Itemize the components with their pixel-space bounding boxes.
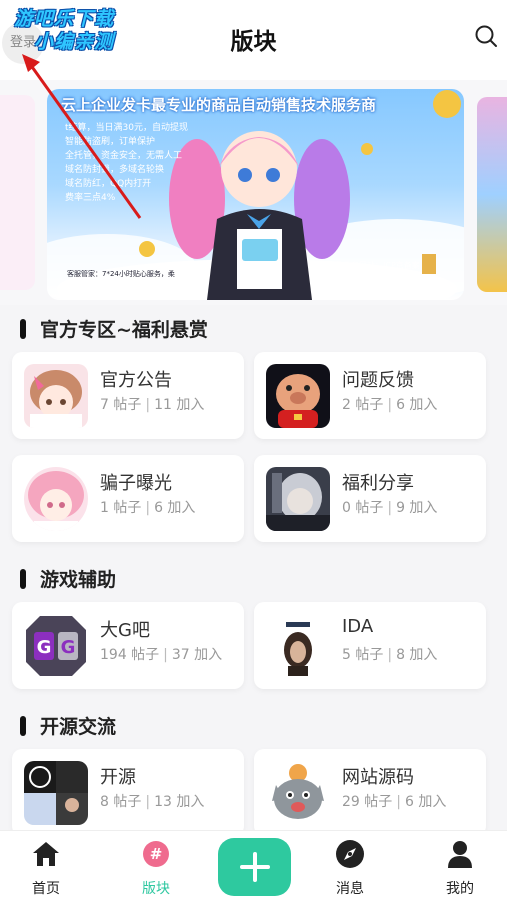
carousel-dots [267, 291, 307, 300]
post-count: 7 帖子 [100, 397, 142, 413]
forum-card-welfare-share[interactable]: 福利分享 0 帖子 | 9 加入 [254, 455, 486, 542]
banner-footer-right-line: 快速部署，快速 [327, 271, 383, 280]
annotation-arrow [22, 54, 142, 219]
forum-thumbnail: G G [24, 614, 88, 678]
forum-stats: 7 帖子 | 11 加入 [100, 397, 205, 413]
tab-profile[interactable]: 我的 [430, 839, 490, 898]
svg-text:G: G [37, 637, 52, 658]
forum-stats: 29 帖子 | 6 加入 [342, 794, 447, 810]
forum-thumbnail [24, 467, 88, 531]
dark-anime-avatar-icon [266, 467, 330, 531]
svg-text:G: G [61, 637, 76, 658]
tab-label: 首页 [32, 881, 60, 897]
join-count: 9 加入 [396, 500, 438, 516]
user-icon [448, 841, 472, 868]
banner-footer-text: 客服管家：7*24小时贴心服务，柔 [67, 270, 175, 278]
post-count: 194 帖子 [100, 647, 160, 663]
join-count: 6 加入 [154, 500, 196, 516]
forum-card-gg[interactable]: G G 大G吧 194 帖子 | 37 加入 [12, 602, 244, 689]
forum-card-scam-exposure[interactable]: 骗子曝光 1 帖子 | 6 加入 [12, 455, 244, 542]
join-count: 37 加入 [171, 647, 223, 663]
post-count: 1 帖子 [100, 500, 142, 516]
forum-stats: 2 帖子 | 6 加入 [342, 397, 438, 413]
post-count: 8 帖子 [100, 794, 142, 810]
tab-home[interactable]: 首页 [16, 839, 76, 898]
forum-thumbnail [24, 761, 88, 825]
unreal-unity-collage-icon [24, 761, 88, 825]
forum-card-website-source[interactable]: 网站源码 29 帖子 | 6 加入 [254, 749, 486, 836]
forum-stats: 194 帖子 | 37 加入 [100, 647, 223, 663]
anime-girl-avatar-icon [24, 364, 88, 428]
tab-messages[interactable]: 消息 [320, 839, 380, 898]
forum-name: 骗子曝光 [100, 473, 172, 494]
forum-card-official-notice[interactable]: 官方公告 7 帖子 | 11 加入 [12, 352, 244, 439]
join-count: 13 加入 [154, 794, 205, 810]
compass-icon [336, 840, 364, 868]
tab-label: 版块 [142, 881, 170, 897]
forum-thumbnail [266, 364, 330, 428]
forum-card-open-source[interactable]: 开源 8 帖子 | 13 加入 [12, 749, 244, 836]
post-count: 5 帖子 [342, 647, 384, 663]
join-count: 8 加入 [396, 647, 438, 663]
join-count: 6 加入 [396, 397, 438, 413]
forum-card-feedback[interactable]: 问题反馈 2 帖子 | 6 加入 [254, 352, 486, 439]
tab-label: 我的 [446, 881, 474, 897]
section-title: 官方专区~福利悬赏 [20, 315, 208, 342]
forum-stats: 8 帖子 | 13 加入 [100, 794, 205, 810]
forum-thumbnail [24, 364, 88, 428]
forum-name: 官方公告 [100, 370, 172, 391]
forum-name: 开源 [100, 767, 136, 788]
join-count: 11 加入 [154, 397, 205, 413]
forum-stats: 1 帖子 | 6 加入 [100, 500, 196, 516]
gameguardian-logo-icon: G G [24, 614, 88, 678]
forum-card-ida[interactable]: IDA 5 帖子 | 8 加入 [254, 602, 486, 689]
post-count: 29 帖子 [342, 794, 393, 810]
pink-hair-avatar-icon [24, 467, 88, 531]
forum-stats: 5 帖子 | 8 加入 [342, 647, 438, 663]
forum-stats: 0 帖子 | 9 加入 [342, 500, 438, 516]
section-title: 开源交流 [20, 712, 116, 739]
forum-thumbnail [266, 761, 330, 825]
section-title: 游戏辅助 [20, 565, 116, 592]
forum-thumbnail [266, 614, 330, 678]
svg-text:#: # [150, 845, 163, 863]
join-count: 6 加入 [404, 794, 447, 810]
post-count: 0 帖子 [342, 500, 384, 516]
ida-portrait-icon [266, 614, 330, 678]
post-count: 2 帖子 [342, 397, 384, 413]
forum-name: 问题反馈 [342, 370, 414, 391]
search-icon[interactable] [474, 24, 498, 48]
home-icon [33, 842, 59, 866]
tab-forums[interactable]: # 版块 [126, 839, 186, 898]
hashtag-icon: # [143, 841, 169, 867]
forum-name: IDA [342, 616, 374, 637]
forum-name: 网站源码 [342, 767, 414, 788]
banner-next-slide[interactable] [477, 97, 507, 292]
banner-footer-right: 增值业务网站：ICP京备案 快速部署，快速 [327, 261, 420, 281]
tab-label: 消息 [336, 881, 364, 897]
cat-mascot-icon [266, 761, 330, 825]
banner-footer-right-line: 增值业务网站：ICP京备案 [327, 261, 420, 270]
forum-thumbnail [266, 467, 330, 531]
pig-avatar-icon [266, 364, 330, 428]
forum-name: 大G吧 [100, 620, 150, 641]
forum-name: 福利分享 [342, 473, 414, 494]
create-post-button[interactable] [218, 838, 291, 896]
